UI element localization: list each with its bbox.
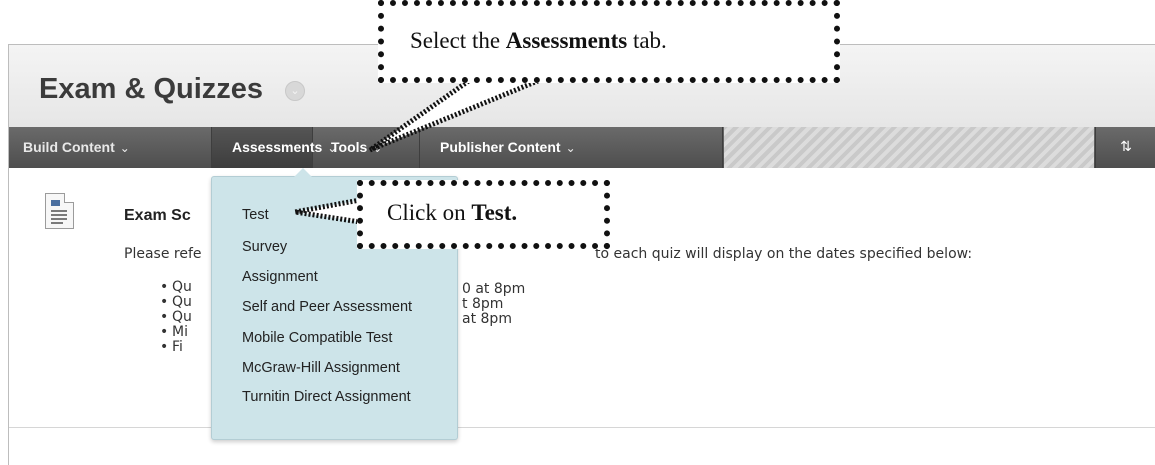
callout-text: Click on [387,200,472,225]
callout-emphasis: Test. [471,200,518,225]
callout-text: Select the [410,28,506,53]
callout-select-assessments: Select the Assessments tab. [378,0,840,83]
callout-click-test: Click on Test. [357,180,610,249]
callout-text: tab. [627,28,667,53]
callout-emphasis: Assessments [505,28,628,53]
